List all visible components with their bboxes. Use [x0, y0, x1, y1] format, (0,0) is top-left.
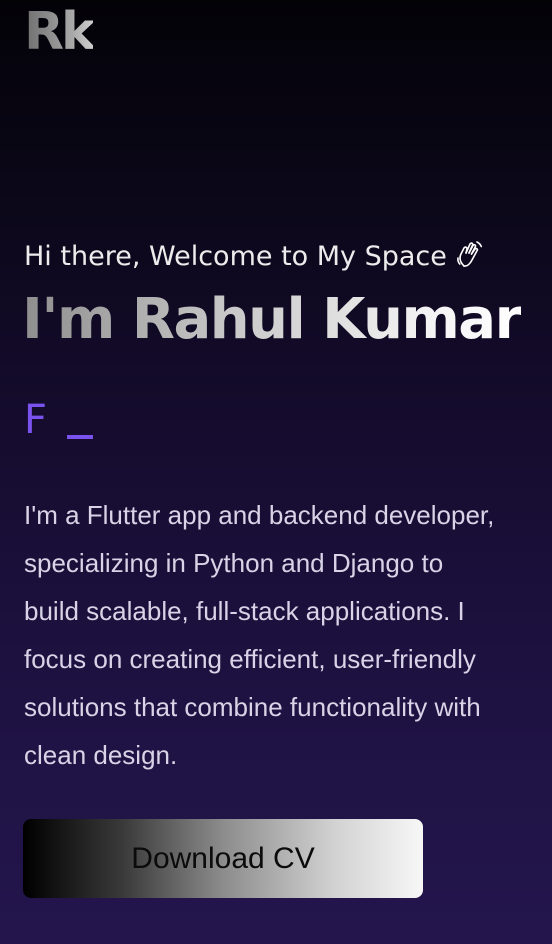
bio-line: build scalable, full-stack applications.…: [24, 596, 465, 626]
hero-bio: I'm a Flutter app and backend developer,…: [24, 491, 552, 779]
bio-line: I'm a Flutter app and backend developer,: [24, 500, 495, 530]
typed-letters: F: [24, 397, 48, 443]
typing-cursor: [67, 435, 94, 439]
hero-name-heading: I'm Rahul Kumar: [22, 282, 522, 358]
bio-line: solutions that combine functionality wit…: [24, 692, 481, 722]
site-logo[interactable]: Rk: [24, 4, 96, 60]
waving-hand-icon: [455, 239, 485, 269]
download-cv-button[interactable]: Download CV: [23, 819, 423, 898]
greeting-text: Hi there, Welcome to My Space: [24, 241, 447, 272]
bio-line: specializing in Python and Django to: [24, 548, 444, 578]
typewriter-text: F: [24, 392, 94, 448]
download-cv-label: Download CV: [131, 841, 315, 875]
welcome-greeting: Hi there, Welcome to My Space: [24, 238, 485, 276]
bio-line: clean design.: [24, 740, 178, 770]
bio-line: focus on creating efficient, user-friend…: [24, 644, 476, 674]
